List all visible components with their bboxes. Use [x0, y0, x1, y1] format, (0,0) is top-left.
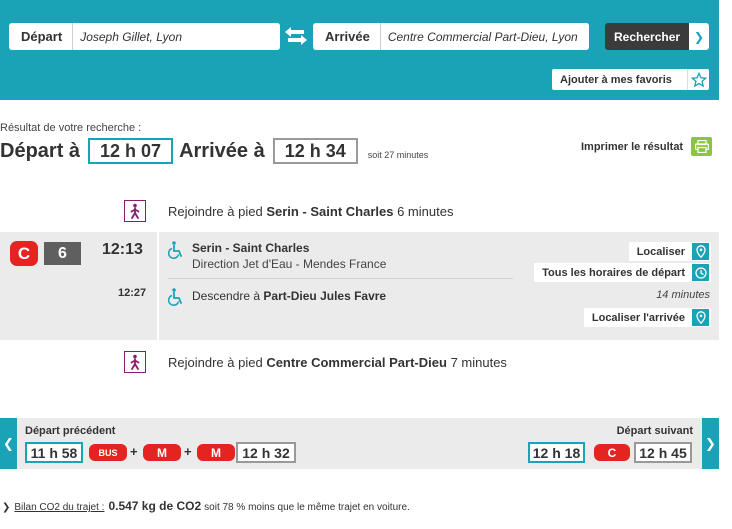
- to-stop-name: Part-Dieu Jules Favre: [263, 289, 387, 303]
- chevron-right-icon: ❯: [689, 23, 709, 50]
- segment-separator: [168, 278, 513, 279]
- next-departure-time[interactable]: 12 h 18: [528, 442, 585, 463]
- from-stop: Serin - Saint Charles: [192, 241, 310, 255]
- locate-stop-label: Localiser: [636, 245, 685, 258]
- print-label: Imprimer le résultat: [581, 140, 684, 153]
- ride-duration: 14 minutes: [656, 289, 710, 301]
- all-departure-times-button[interactable]: Tous les horaires de départ: [534, 263, 711, 282]
- depart-label: Départ: [9, 23, 74, 50]
- pedestrian-icon: [124, 200, 146, 222]
- clock-icon: [692, 264, 709, 281]
- metro-badge: M: [143, 444, 181, 461]
- star-icon: [687, 69, 709, 90]
- co2-summary: ❯ Bilan CO2 du trajet : 0.547 kg de CO2 …: [2, 499, 410, 513]
- walk-1-place: Serin - Saint Charles: [266, 203, 394, 219]
- walk-2-duration: 7 minutes: [450, 354, 507, 370]
- arrivee-time: 12 h 34: [272, 138, 358, 164]
- pedestrian-icon: [124, 351, 146, 373]
- segment-divider: [157, 232, 159, 340]
- printer-icon: [691, 137, 713, 156]
- arrivee-label: Arrivée: [313, 23, 381, 50]
- plus-sign: +: [184, 444, 192, 459]
- locate-arrival-button[interactable]: Localiser l'arrivée: [583, 308, 711, 327]
- search-button[interactable]: Rechercher ❯: [605, 23, 709, 50]
- transit-segment: C 6 12:13 12:27 Serin - Saint Charles Di…: [0, 232, 719, 340]
- co2-value: 0.547 kg de CO2: [108, 499, 202, 513]
- to-stop: Descendre à Part-Dieu Jules Favre: [192, 289, 387, 303]
- next-departure-label: Départ suivant: [616, 425, 693, 437]
- arrivee-at-label: Arrivée à: [179, 139, 265, 162]
- co2-comparison: soit 78 % moins que le même trajet en vo…: [204, 502, 410, 513]
- depart-input[interactable]: [73, 23, 280, 50]
- chevron-right-icon: ❯: [2, 502, 11, 513]
- co2-report-link[interactable]: Bilan CO2 du trajet :: [14, 502, 104, 513]
- map-pin-icon: [692, 309, 709, 326]
- metro-badge: M: [197, 444, 235, 461]
- trip-duration: soit 27 minutes: [367, 150, 429, 160]
- add-favorites-button[interactable]: Ajouter à mes favoris: [552, 69, 709, 90]
- walk-2-text: Rejoindre à pied Centre Commercial Part-…: [168, 354, 507, 370]
- departures-navigation: ❮ Départ précédent 11 h 58 BUS + M + M 1…: [0, 418, 719, 469]
- wheelchair-icon: [168, 288, 182, 306]
- add-favorites-label: Ajouter à mes favoris: [560, 73, 672, 86]
- print-result-button[interactable]: Imprimer le résultat: [581, 137, 713, 156]
- chevron-left-icon: ❮: [3, 435, 14, 451]
- next-departure-arrow[interactable]: ❯: [702, 418, 719, 469]
- walk-1-duration: 6 minutes: [397, 203, 454, 219]
- line-number-badge: 6: [44, 242, 81, 265]
- bus-badge: BUS: [89, 444, 127, 461]
- swap-arrows-icon[interactable]: [284, 25, 308, 47]
- depart-field: Départ: [9, 23, 280, 50]
- walk-1-text: Rejoindre à pied Serin - Saint Charles 6…: [168, 203, 454, 219]
- previous-departure-label: Départ précédent: [25, 425, 116, 437]
- previous-departure-arrow[interactable]: ❮: [0, 418, 17, 469]
- arrivee-input[interactable]: [380, 23, 589, 50]
- walk-step-1: Rejoindre à pied Serin - Saint Charles 6…: [0, 197, 719, 225]
- next-arrival-time: 12 h 45: [634, 442, 692, 463]
- search-bar: Départ Arrivée Rechercher ❯ Ajouter à me…: [0, 0, 719, 100]
- locate-arrival-label: Localiser l'arrivée: [591, 311, 685, 324]
- line-c-badge: C: [594, 444, 630, 461]
- line-direction: Direction Jet d'Eau - Mendes France: [192, 257, 387, 271]
- wheelchair-icon: [168, 241, 182, 259]
- walk-step-2: Rejoindre à pied Centre Commercial Part-…: [0, 348, 719, 376]
- plus-sign: +: [130, 444, 138, 459]
- all-departure-times-label: Tous les horaires de départ: [542, 266, 685, 279]
- result-summary: Départ à 12 h 07 Arrivée à 12 h 34 soit …: [0, 138, 428, 164]
- previous-arrival-time: 12 h 32: [236, 442, 296, 463]
- arrivee-field: Arrivée: [313, 23, 589, 50]
- line-c-badge: C: [10, 241, 38, 266]
- locate-stop-button[interactable]: Localiser: [628, 242, 711, 261]
- chevron-right-icon: ❯: [705, 435, 716, 451]
- previous-departure-time[interactable]: 11 h 58: [25, 442, 83, 463]
- segment-departure-time: 12:13: [102, 241, 143, 258]
- map-pin-icon: [692, 243, 709, 260]
- search-button-label: Rechercher: [614, 29, 681, 44]
- walk-2-place: Centre Commercial Part-Dieu: [266, 354, 447, 370]
- result-caption: Résultat de votre recherche :: [0, 122, 142, 134]
- segment-arrival-time: 12:27: [118, 287, 147, 299]
- depart-at-label: Départ à: [0, 139, 81, 162]
- depart-time: 12 h 07: [88, 138, 174, 164]
